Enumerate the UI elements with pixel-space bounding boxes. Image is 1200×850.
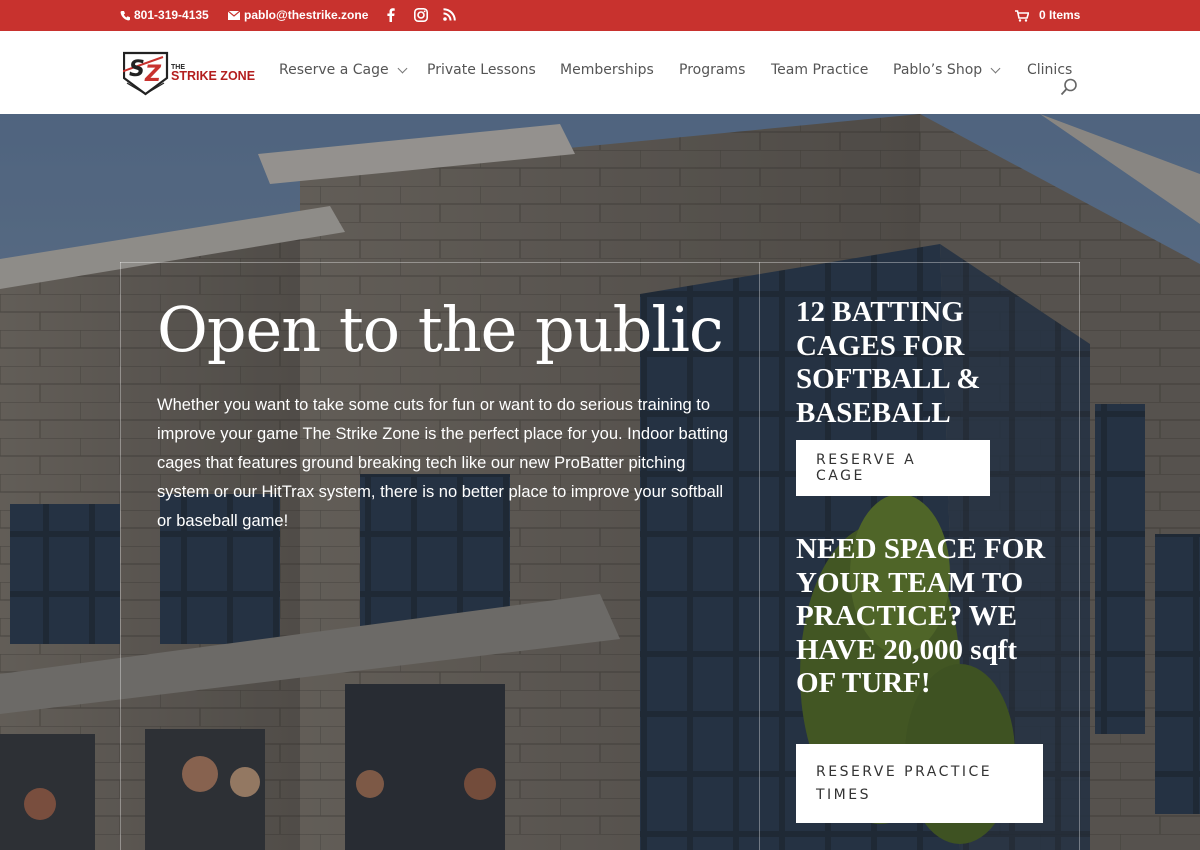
nav-pablos-shop[interactable]: Pablo’s Shop (893, 62, 1001, 78)
frame-top-line (120, 262, 1080, 263)
team-practice-heading: NEED SPACE FOR YOUR TEAM TO PRACTICE? WE… (796, 533, 1046, 699)
email-address: pablo@thestrike.zone (244, 8, 369, 22)
nav-team-practice[interactable]: Team Practice (771, 62, 868, 78)
nav-private-lessons[interactable]: Private Lessons (427, 62, 536, 78)
site-logo[interactable]: S Z THE STRIKE ZONE (120, 50, 261, 96)
facebook-icon (387, 8, 395, 22)
logo-strike-zone: STRIKE ZONE (171, 69, 255, 83)
logo-mark: S Z THE STRIKE ZONE (120, 51, 255, 96)
facebook-link[interactable] (387, 8, 395, 22)
frame-left-line (120, 262, 121, 850)
logo-monogram-s: S (129, 57, 145, 82)
chevron-down-icon (990, 63, 1001, 73)
hero-headline: Open to the public (157, 293, 724, 366)
nav-label: Memberships (560, 62, 654, 78)
email-link[interactable]: pablo@thestrike.zone (228, 8, 368, 23)
phone-icon (120, 11, 130, 21)
hero-section: Open to the public Whether you want to t… (0, 114, 1200, 850)
nav-label: Private Lessons (427, 62, 536, 78)
frame-right-line (1079, 262, 1080, 850)
nav-label: Team Practice (771, 62, 869, 78)
cart-icon (1015, 9, 1029, 22)
top-bar: 801-319-4135 pablo@thestrike.zone 0 Item… (0, 0, 1200, 31)
instagram-link[interactable] (414, 8, 428, 22)
cart-link[interactable]: 0 Items (1015, 8, 1080, 23)
nav-label: Reserve a Cage (279, 62, 389, 78)
nav-reserve-a-cage[interactable]: Reserve a Cage (279, 62, 408, 78)
nav-label: Programs (679, 62, 746, 78)
nav-label: Clinics (1027, 62, 1073, 78)
instagram-icon (414, 8, 428, 22)
cart-count: 0 Items (1039, 8, 1081, 22)
rss-link[interactable] (443, 8, 456, 21)
logo-monogram-z: Z (144, 62, 162, 87)
nav-memberships[interactable]: Memberships (560, 62, 654, 78)
nav-label: Pablo’s Shop (893, 62, 983, 78)
rss-icon (443, 8, 456, 21)
phone-link[interactable]: 801-319-4135 (120, 8, 209, 23)
envelope-icon (228, 11, 240, 20)
batting-cages-heading: 12 BATTING CAGES FOR SOFTBALL & BASEBALL (796, 296, 981, 429)
reserve-cage-button[interactable]: RESERVE A CAGE (796, 440, 990, 496)
chevron-down-icon (397, 63, 408, 73)
hero-description: Whether you want to take some cuts for f… (157, 396, 729, 530)
search-icon[interactable] (1060, 78, 1078, 96)
nav-programs[interactable]: Programs (679, 62, 745, 78)
nav-clinics[interactable]: Clinics (1027, 62, 1072, 78)
site-header: S Z THE STRIKE ZONE Reserve a Cage Priva… (0, 31, 1200, 114)
phone-number: 801-319-4135 (134, 8, 209, 22)
frame-divider-line (759, 262, 760, 850)
reserve-practice-button[interactable]: RESERVE PRACTICE TIMES (796, 744, 1043, 823)
